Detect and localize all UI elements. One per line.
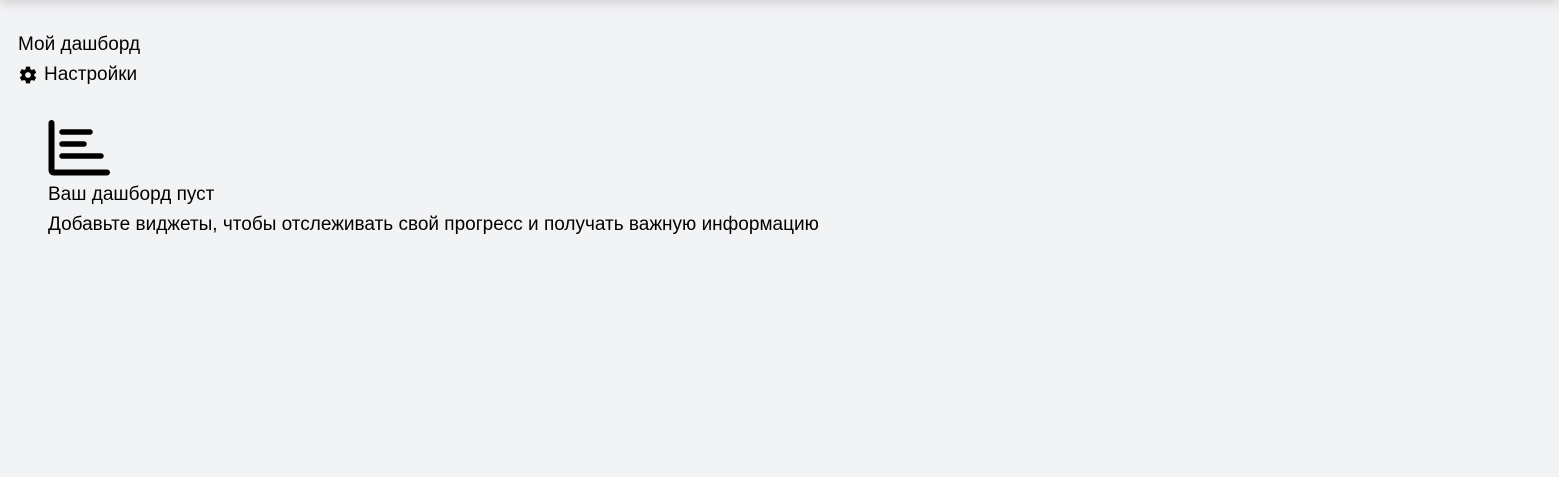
settings-link[interactable]: Настройки — [18, 63, 137, 87]
empty-state: Ваш дашборд пуст Добавьте виджеты, чтобы… — [48, 120, 819, 235]
empty-state-title: Ваш дашборд пуст — [48, 184, 215, 205]
page-title: Мой дашборд — [18, 34, 141, 55]
dashboard-page: Мой дашборд Настройки Ваш дашборд пуст Д… — [0, 0, 1559, 477]
gear-icon — [18, 65, 38, 85]
empty-state-description: Добавьте виджеты, чтобы отслеживать свой… — [48, 214, 819, 235]
settings-label: Настройки — [44, 64, 138, 85]
bar-chart-icon — [48, 120, 110, 176]
